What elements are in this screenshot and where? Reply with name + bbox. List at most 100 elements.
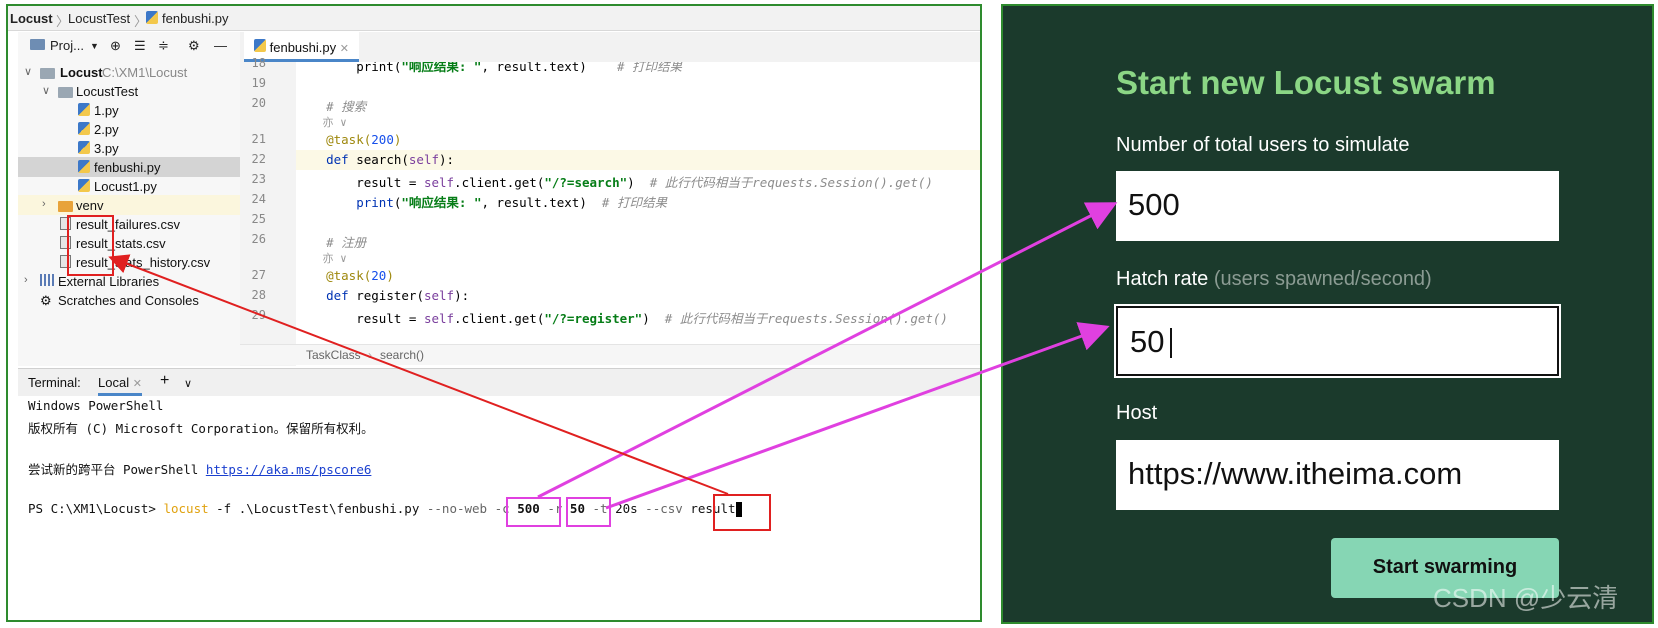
tree-item-1py[interactable]: 1.py [18, 100, 240, 120]
breadcrumb-locusttest[interactable]: LocustTest [68, 11, 130, 26]
tree-label: 1.py [94, 103, 119, 118]
terminal-line: 尝试新的跨平台 PowerShell https://aka.ms/pscore… [28, 462, 372, 477]
editor-tab-bar: fenbushi.py ✕ [240, 32, 980, 63]
tree-label: 3.py [94, 141, 119, 156]
collapse-icon[interactable]: ≑ [158, 38, 169, 54]
result-files-highlight [67, 215, 114, 276]
python-file-icon [78, 179, 90, 195]
add-tab-icon[interactable]: + [160, 372, 169, 390]
page-title: Start new Locust swarm [1116, 64, 1496, 101]
tree-item-locust[interactable]: ∨ Locust C:\XM1\Locust [18, 62, 240, 82]
tree-label: Locust1.py [94, 179, 157, 194]
tree-label: Locust [60, 65, 103, 80]
tree-label: Scratches and Consoles [58, 293, 199, 308]
line-number: 22 [251, 152, 266, 166]
users-input[interactable]: 500 [1116, 171, 1559, 241]
line-number-gutter: 18 19 20 21 22 23 24 25 26 27 28 29 [240, 56, 296, 366]
crumb-search[interactable]: search() [380, 348, 424, 362]
scratches-icon: ⚙ [40, 293, 52, 308]
tree-item-result-stats[interactable]: result_stats.csv [18, 233, 240, 253]
line-number: 28 [251, 288, 266, 302]
tree-item-result-failures[interactable]: result_failures.csv [18, 214, 240, 234]
code-line: print("响应结果: ", result.text) # 打印结果 [296, 62, 682, 74]
tree-label: venv [76, 198, 104, 213]
terminal-label: Terminal: [28, 375, 81, 390]
folder-icon [58, 200, 73, 215]
csv-arg-highlight [713, 494, 771, 531]
line-number: 26 [251, 232, 266, 246]
pscore-link[interactable]: https://aka.ms/pscore6 [206, 462, 372, 477]
breadcrumb: Locust 〉 LocustTest 〉 fenbushi.py [8, 6, 980, 31]
tree-item-fenbushi[interactable]: fenbushi.py [18, 157, 240, 177]
close-icon[interactable]: ✕ [133, 378, 142, 390]
line-number: 21 [251, 132, 266, 146]
locate-icon[interactable]: ⊕ [110, 38, 121, 54]
tree-item-external-libraries[interactable]: › External Libraries [18, 271, 240, 291]
tree-item-result-stats-history[interactable]: result_stats_history.csv [18, 252, 240, 272]
tree-label: LocustTest [76, 84, 139, 99]
code-line: @task(200) [296, 132, 402, 147]
python-file-icon [78, 160, 90, 176]
project-icon[interactable] [30, 38, 45, 53]
host-input[interactable]: https://www.itheima.com [1116, 440, 1559, 510]
hatch-label: Hatch rate (users spawned/second) [1116, 268, 1432, 290]
locust-swarm-panel: Start new Locust swarm Number of total u… [1001, 4, 1654, 624]
host-label: Host [1116, 402, 1158, 424]
tree-label: fenbushi.py [94, 160, 161, 175]
line-number: 24 [251, 192, 266, 206]
code-line-current: def search(self): [296, 150, 980, 170]
code-line: print("响应结果: ", result.text) # 打印结果 [356, 195, 667, 210]
tree-path: C:\XM1\Locust [102, 65, 188, 80]
python-file-icon [78, 103, 90, 119]
minimize-icon[interactable]: — [214, 38, 227, 53]
gear-icon[interactable]: ⚙ [188, 38, 200, 54]
code-breadcrumb: TaskClass › search() [240, 344, 980, 365]
tree-item-locust1[interactable]: Locust1.py [18, 176, 240, 196]
crumb-taskclass[interactable]: TaskClass [306, 348, 361, 362]
terminal-line: 版权所有 (C) Microsoft Corporation。保留所有权利。 [28, 421, 374, 436]
tree-item-locusttest[interactable]: ∨ LocustTest [18, 81, 240, 101]
chevron-down-icon[interactable]: ▼ [90, 41, 99, 51]
folder-icon [58, 86, 73, 101]
chevron-down-icon[interactable]: ∨ [184, 377, 192, 390]
chevron-right-icon[interactable]: › [42, 198, 46, 210]
code-line: # 搜索 [296, 99, 367, 114]
code-hint: 亦 ∨ [322, 116, 347, 129]
project-view-selector[interactable]: Proj... [50, 38, 84, 53]
tree-item-scratches[interactable]: ⚙ Scratches and Consoles [18, 290, 240, 310]
breadcrumb-fenbushi[interactable]: fenbushi.py [162, 11, 229, 26]
tab-label: fenbushi.py [269, 40, 337, 55]
tree-item-2py[interactable]: 2.py [18, 119, 240, 139]
line-number: 29 [251, 308, 266, 322]
expand-icon[interactable]: ☰ [134, 38, 146, 54]
hatch-rate-input[interactable]: 50 [1114, 304, 1561, 378]
code-line: # 注册 [296, 235, 367, 250]
tree-item-venv[interactable]: › venv [18, 195, 240, 215]
chevron-right-icon[interactable]: › [24, 274, 28, 286]
ide-window: Locust 〉 LocustTest 〉 fenbushi.py Proj..… [6, 4, 982, 622]
project-tree: ∨ Locust C:\XM1\Locust ∨ LocustTest 1.py… [18, 62, 240, 366]
hatch-sub-label: (users spawned/second) [1213, 268, 1432, 290]
python-file-icon [78, 141, 90, 157]
chevron-right-icon: › [368, 348, 372, 362]
library-icon [40, 274, 54, 289]
chevron-down-icon[interactable]: ∨ [42, 84, 50, 97]
line-number: 23 [251, 172, 266, 186]
tree-item-3py[interactable]: 3.py [18, 138, 240, 158]
terminal-output[interactable]: Windows PowerShell 版权所有 (C) Microsoft Co… [18, 396, 980, 620]
code-line: def register(self): [296, 288, 470, 303]
line-number: 27 [251, 268, 266, 282]
users-label: Number of total users to simulate [1116, 134, 1410, 156]
terminal-command-line: PS C:\XM1\Locust> locust -f .\LocustTest… [28, 501, 742, 517]
chevron-down-icon[interactable]: ∨ [24, 65, 32, 78]
tab-local[interactable]: Local ✕ [98, 375, 142, 396]
code-editor[interactable]: print("响应结果: ", result.text) # 打印结果 # 搜索… [296, 62, 980, 366]
breadcrumb-locust[interactable]: Locust [10, 11, 53, 26]
csdn-watermark: CSDN @少云清 [1433, 583, 1619, 613]
code-line: result = self.client.get("/?=register") … [296, 311, 948, 326]
close-icon[interactable]: ✕ [340, 43, 349, 55]
code-hint: 亦 ∨ [322, 252, 347, 265]
text-cursor [1170, 328, 1172, 358]
code-line: result = self.client.get("/?=search") # … [296, 175, 933, 190]
line-number: 25 [251, 212, 266, 226]
